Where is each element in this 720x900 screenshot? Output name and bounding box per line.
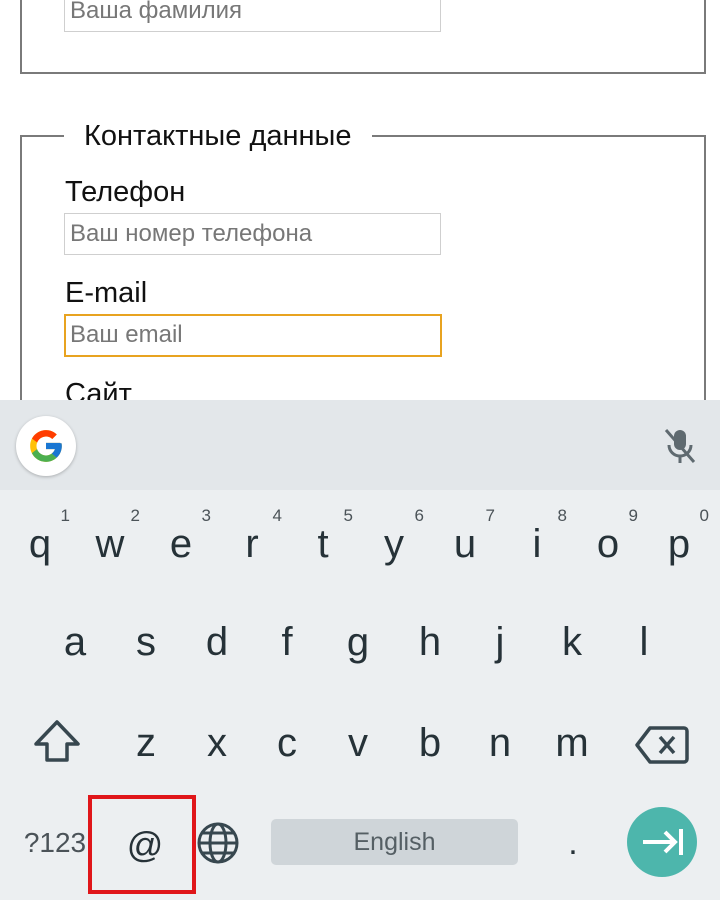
key-g[interactable]: g — [328, 602, 388, 682]
key-i[interactable]: i8 — [507, 504, 567, 584]
key-hint: 5 — [343, 506, 353, 525]
key-j[interactable]: j — [470, 602, 530, 682]
key-label: u — [453, 522, 477, 566]
phone-input[interactable]: Ваш номер телефона — [64, 213, 441, 255]
key-label: w — [95, 522, 125, 566]
phone-label: Телефон — [65, 176, 186, 208]
key-label: y — [384, 522, 404, 566]
key-a[interactable]: a — [45, 602, 105, 682]
symbols-key[interactable]: ?123 — [20, 818, 90, 868]
enter-key[interactable] — [627, 807, 697, 877]
backspace-icon[interactable] — [634, 724, 690, 771]
contact-legend: Контактные данные — [64, 116, 372, 156]
key-n[interactable]: n — [470, 703, 530, 783]
email-placeholder: Ваш email — [70, 321, 183, 348]
key-label: q — [28, 522, 52, 566]
key-p[interactable]: p0 — [649, 504, 709, 584]
key-label: t — [317, 522, 329, 566]
key-x[interactable]: x — [187, 703, 247, 783]
key-hint: 3 — [201, 506, 211, 525]
key-hint: 8 — [557, 506, 567, 525]
space-bar[interactable]: English — [271, 819, 518, 865]
key-m[interactable]: m — [542, 703, 602, 783]
globe-icon[interactable] — [196, 821, 240, 870]
key-f[interactable]: f — [257, 602, 317, 682]
key-e[interactable]: e3 — [151, 504, 211, 584]
surname-input[interactable]: Ваша фамилия — [64, 0, 441, 32]
key-hint: 4 — [272, 506, 282, 525]
email-input[interactable]: Ваш email — [64, 314, 442, 357]
key-hint: 6 — [414, 506, 424, 525]
key-label: p — [667, 522, 691, 566]
key-label: o — [596, 522, 620, 566]
key-h[interactable]: h — [400, 602, 460, 682]
surname-placeholder: Ваша фамилия — [70, 0, 243, 24]
phone-placeholder: Ваш номер телефона — [70, 220, 313, 247]
next-arrow-icon — [643, 829, 683, 855]
period-key[interactable]: . — [548, 820, 598, 870]
key-b[interactable]: b — [400, 703, 460, 783]
key-q[interactable]: q1 — [10, 504, 70, 584]
google-g-icon[interactable] — [16, 416, 76, 476]
key-w[interactable]: w2 — [80, 504, 140, 584]
key-c[interactable]: c — [257, 703, 317, 783]
key-hint: 0 — [699, 506, 709, 525]
key-label: e — [169, 522, 193, 566]
key-hint: 2 — [130, 506, 140, 525]
key-d[interactable]: d — [187, 602, 247, 682]
key-u[interactable]: u7 — [435, 504, 495, 584]
suggestion-bar — [0, 400, 720, 490]
key-r[interactable]: r4 — [222, 504, 282, 584]
key-k[interactable]: k — [542, 602, 602, 682]
key-v[interactable]: v — [328, 703, 388, 783]
key-hint: 1 — [60, 506, 70, 525]
mic-off-icon[interactable] — [658, 424, 702, 468]
key-o[interactable]: o9 — [578, 504, 638, 584]
key-hint: 7 — [485, 506, 495, 525]
shift-icon[interactable] — [32, 718, 82, 769]
key-z[interactable]: z — [116, 703, 176, 783]
key-label: i — [532, 522, 542, 566]
at-key-highlight — [88, 795, 196, 894]
key-y[interactable]: y6 — [364, 504, 424, 584]
key-t[interactable]: t5 — [293, 504, 353, 584]
key-l[interactable]: l — [614, 602, 674, 682]
key-label: r — [245, 522, 259, 566]
key-s[interactable]: s — [116, 602, 176, 682]
email-label: E-mail — [65, 277, 148, 309]
key-hint: 9 — [628, 506, 638, 525]
